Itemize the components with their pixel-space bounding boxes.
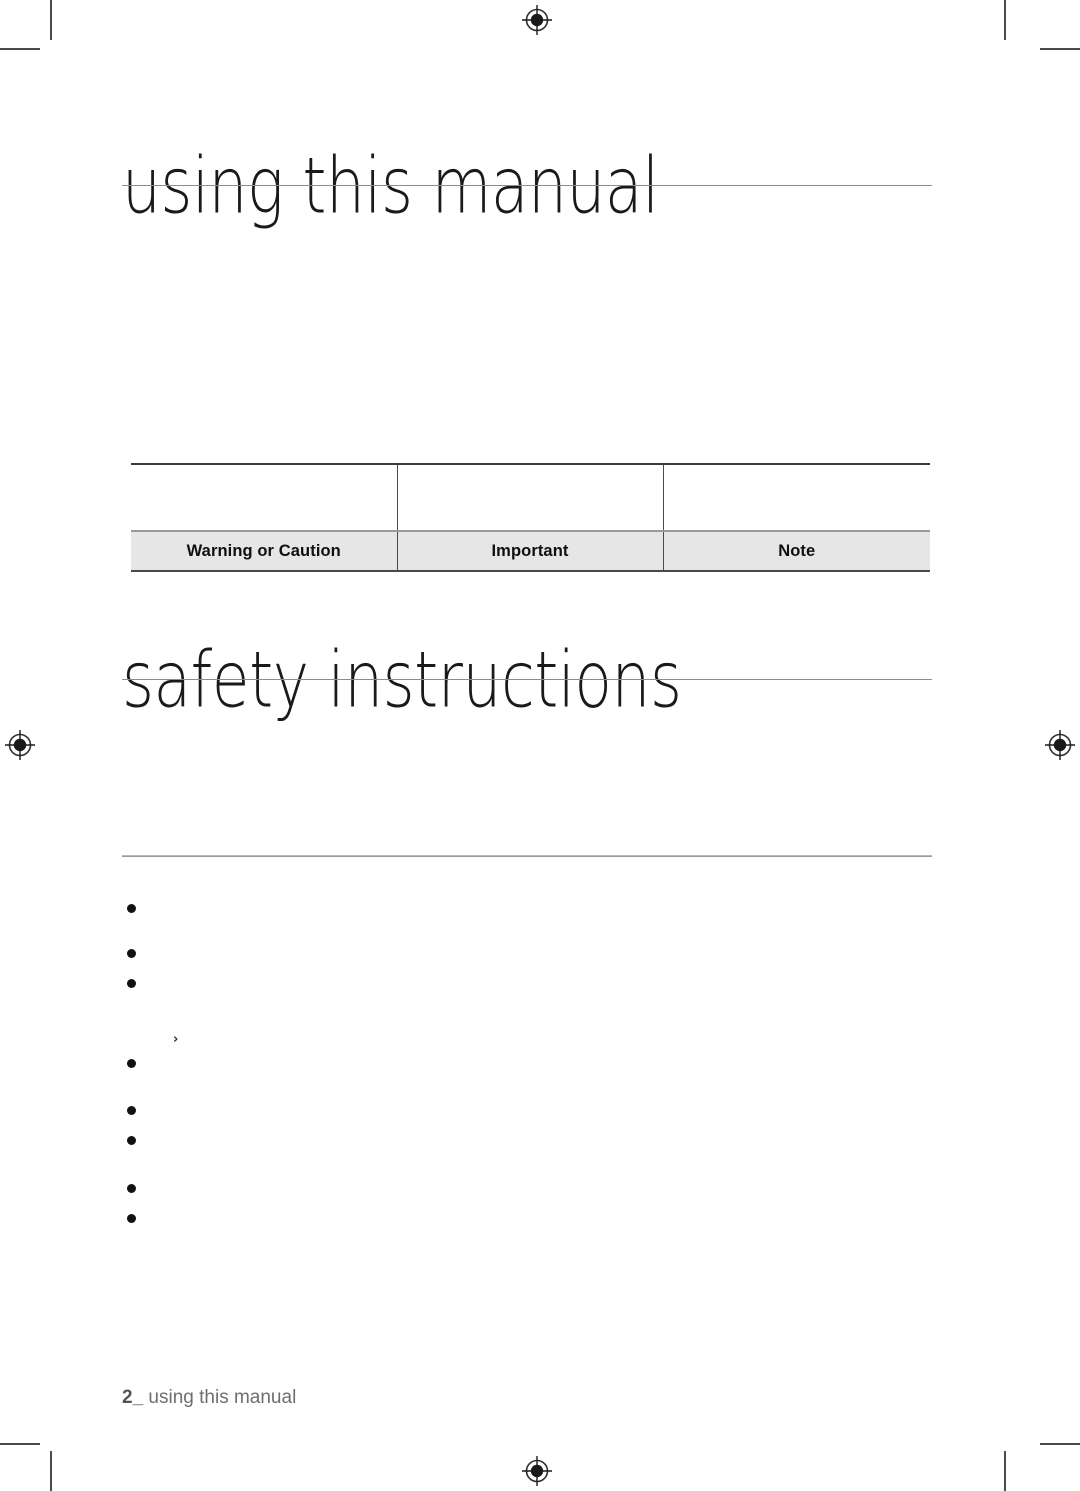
crop-tick-top-left-horizontal: [0, 48, 40, 50]
list-item: [122, 1132, 932, 1150]
bullet-dot-icon: [127, 1184, 136, 1193]
crop-tick-top-left-vertical: [50, 0, 52, 40]
legend-symbol-warning: [131, 463, 398, 531]
manual-page: using this manual Warning or Caution Imp…: [0, 0, 1080, 1491]
registration-target-icon-right: [1042, 727, 1078, 763]
footer-page-number: 2_: [122, 1387, 144, 1408]
crop-tick-bottom-left-vertical: [50, 1451, 52, 1491]
registration-target-icon-left: [2, 727, 38, 763]
crop-tick-top-right-vertical: [1004, 0, 1006, 40]
list-item: [122, 1180, 932, 1198]
sub-item-chevron-icon: ›: [173, 1032, 179, 1047]
list-item: [122, 975, 932, 993]
list-item: [122, 1102, 932, 1120]
section-title-underline: [122, 679, 932, 680]
legend-label-warning-or-caution: Warning or Caution: [131, 530, 398, 572]
list-item: [122, 1210, 932, 1228]
legend-label-important: Important: [397, 530, 664, 572]
section-title-text: safety instructions: [122, 634, 682, 726]
crop-tick-top-right-horizontal: [1040, 48, 1080, 50]
crop-tick-bottom-left-horizontal: [0, 1443, 40, 1445]
legend-symbol-note: [663, 463, 930, 531]
legend-symbol-important: [397, 463, 664, 531]
page-title-underline: [122, 185, 932, 186]
list-item: [122, 945, 932, 963]
crop-tick-bottom-right-vertical: [1004, 1451, 1006, 1491]
page-title-using-this-manual: using this manual: [122, 145, 932, 228]
section-divider: [122, 855, 932, 857]
legend-symbol-row: [131, 463, 930, 531]
list-item: [122, 1055, 932, 1073]
legend-label-note: Note: [663, 530, 930, 572]
bullet-dot-icon: [127, 979, 136, 988]
page-title-text: using this manual: [122, 140, 659, 232]
bullet-dot-icon: [127, 1059, 136, 1068]
bullet-dot-icon: [127, 904, 136, 913]
bullet-dot-icon: [127, 949, 136, 958]
legend-label-row: Warning or Caution Important Note: [131, 530, 930, 572]
registration-target-icon-top: [519, 2, 555, 38]
icon-legend-table: Warning or Caution Important Note: [131, 463, 930, 572]
list-item: [122, 900, 932, 918]
footer-section-title: using this manual: [148, 1387, 297, 1408]
registration-target-icon-bottom: [519, 1453, 555, 1489]
page-footer: 2_ using this manual: [122, 1386, 296, 1410]
bullet-dot-icon: [127, 1136, 136, 1145]
section-title-safety-instructions: safety instructions: [122, 639, 932, 722]
crop-tick-bottom-right-horizontal: [1040, 1443, 1080, 1445]
bullet-dot-icon: [127, 1106, 136, 1115]
bullet-dot-icon: [127, 1214, 136, 1223]
